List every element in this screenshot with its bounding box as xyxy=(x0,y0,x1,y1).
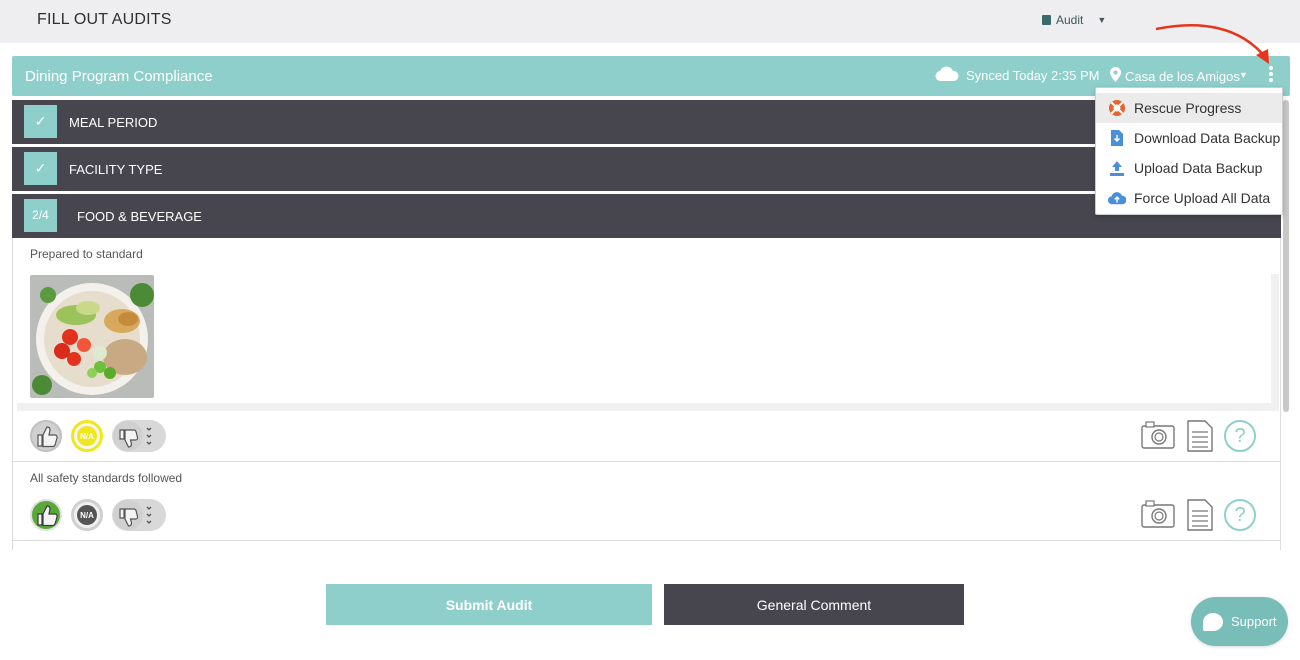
progress-badge: 2/4 xyxy=(24,199,57,232)
image-frame xyxy=(17,274,1279,411)
menu-item-label: Download Data Backup xyxy=(1134,130,1281,146)
submit-audit-button[interactable]: Submit Audit xyxy=(326,584,652,625)
thumbs-down-button[interactable] xyxy=(112,420,166,452)
chevron-down-icon: ▼ xyxy=(1097,15,1107,25)
thumbs-down-icon xyxy=(113,500,152,530)
audit-menu-label: Audit xyxy=(1056,13,1084,27)
section-label: FACILITY TYPE xyxy=(69,162,163,177)
general-comment-button[interactable]: General Comment xyxy=(664,584,964,625)
food-photo[interactable] xyxy=(30,275,154,398)
menu-item-label: Rescue Progress xyxy=(1134,100,1242,116)
question-label: Prepared to standard xyxy=(30,247,143,261)
document-icon xyxy=(1042,15,1051,25)
cloud-icon xyxy=(935,66,959,82)
notes-icon[interactable] xyxy=(1187,420,1213,457)
menu-item-label: Upload Data Backup xyxy=(1134,160,1263,176)
thumbs-up-icon xyxy=(37,505,58,527)
upload-icon xyxy=(1108,159,1126,177)
support-button[interactable]: Support xyxy=(1191,597,1288,646)
top-bar: FILL OUT AUDITS Audit ▼ xyxy=(0,0,1300,43)
form-title: Dining Program Compliance xyxy=(25,68,213,85)
chat-bubble-icon xyxy=(1203,612,1223,631)
row-divider xyxy=(13,540,1281,541)
lifebuoy-icon xyxy=(1108,99,1126,117)
menu-item-upload-backup[interactable]: Upload Data Backup xyxy=(1096,153,1282,183)
na-button[interactable]: N/A xyxy=(71,420,103,452)
menu-item-rescue-progress[interactable]: Rescue Progress xyxy=(1096,93,1282,123)
file-download-icon xyxy=(1108,129,1126,147)
section-food-beverage[interactable]: 2/4 FOOD & BEVERAGE xyxy=(12,194,1281,238)
section-meal-period[interactable]: ✓ MEAL PERIOD xyxy=(12,100,1281,144)
camera-icon[interactable] xyxy=(1141,499,1175,534)
thumbs-up-icon xyxy=(37,426,58,448)
thumbs-down-button[interactable] xyxy=(112,499,166,531)
row-divider xyxy=(13,461,1281,462)
annotation-arrow-icon xyxy=(1155,23,1269,64)
na-label: N/A xyxy=(77,426,97,446)
section-label: FOOD & BEVERAGE xyxy=(77,209,202,224)
check-icon: ✓ xyxy=(24,105,57,138)
question-label: All safety standards followed xyxy=(30,471,183,485)
sync-status: Synced Today 2:35 PM xyxy=(966,68,1100,83)
camera-icon[interactable] xyxy=(1141,420,1175,455)
na-button[interactable]: N/A xyxy=(71,499,103,531)
audit-menu[interactable]: Audit ▼ xyxy=(1042,13,1106,27)
scrollbar[interactable] xyxy=(1283,100,1289,412)
section-label: MEAL PERIOD xyxy=(69,115,158,130)
cloud-upload-icon xyxy=(1108,189,1126,207)
support-label: Support xyxy=(1231,614,1277,629)
check-icon: ✓ xyxy=(24,152,57,185)
location-pin-icon xyxy=(1110,67,1121,82)
thumbs-up-button[interactable] xyxy=(30,420,62,452)
section-facility-type[interactable]: ✓ FACILITY TYPE xyxy=(12,147,1281,191)
thumbs-down-icon xyxy=(113,421,152,451)
na-label: N/A xyxy=(77,505,97,525)
thumbs-up-button[interactable] xyxy=(30,499,62,531)
help-icon[interactable]: ? xyxy=(1224,499,1256,531)
menu-item-force-upload[interactable]: Force Upload All Data xyxy=(1096,183,1282,213)
menu-item-label: Force Upload All Data xyxy=(1134,190,1271,206)
questions-panel: Prepared to standard N/A ? All safety st… xyxy=(12,238,1281,550)
help-icon[interactable]: ? xyxy=(1224,420,1256,452)
options-dropdown: Rescue Progress Download Data Backup Upl… xyxy=(1095,87,1283,215)
notes-icon[interactable] xyxy=(1187,499,1213,536)
menu-item-download-backup[interactable]: Download Data Backup xyxy=(1096,123,1282,153)
page-title: FILL OUT AUDITS xyxy=(37,11,172,28)
